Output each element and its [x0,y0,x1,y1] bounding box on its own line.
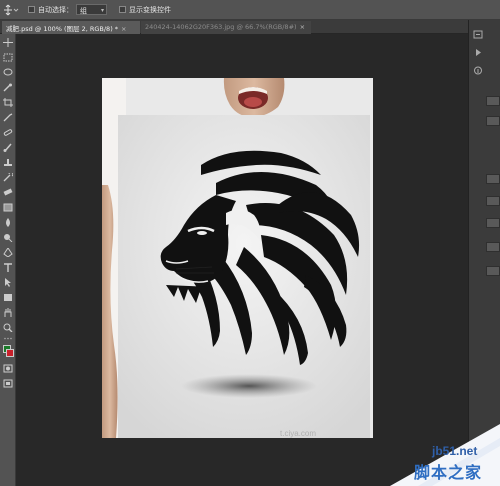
tool-more[interactable] [3,336,13,341]
quick-select-icon [3,83,12,92]
eraser-icon [3,188,13,196]
hand-icon [4,308,12,317]
tab-label: 240424-14062G20F363.jpg @ 66.7%(RGB/8#) [145,23,297,31]
tool-gradient[interactable] [3,203,13,212]
move-icon [4,4,19,16]
type-icon [4,263,12,272]
panel-tab-paths[interactable] [486,266,500,276]
quick-mask-icon [3,364,13,373]
auto-select-checkbox[interactable] [28,6,35,13]
tool-hand[interactable] [3,308,13,317]
marquee-icon [3,53,13,62]
document-tab-strip: 减肥.psd @ 100% (图层 2, RGB/8) * × 240424-14… [0,20,468,34]
crop-icon [3,98,13,107]
brush-icon [3,143,12,152]
tab-lion-jpg[interactable]: 240424-14062G20F363.jpg @ 66.7%(RGB/8#) × [141,21,311,34]
auto-select-label: 自动选择： [38,6,73,14]
chevron-down-icon: ▾ [100,7,104,14]
ellipsis-icon [4,337,12,340]
tab-label: 减肥.psd @ 100% (图层 2, RGB/8) * [6,25,119,33]
auto-select-value: 组 [80,7,87,15]
panel-icon-info[interactable] [473,66,483,75]
panel-tab-channels[interactable] [486,242,500,252]
screen-mode-icon [3,379,13,388]
auto-select-dropdown[interactable]: 组 ▾ [76,4,107,15]
tool-brush[interactable] [3,143,13,152]
history-brush-icon [3,173,13,182]
tab-diet-psd[interactable]: 减肥.psd @ 100% (图层 2, RGB/8) * × [2,21,140,34]
tool-eyedropper[interactable] [3,113,13,122]
background-color-swatch[interactable] [6,349,14,357]
tool-zoom[interactable] [3,323,13,332]
show-transform-label: 显示变换控件 [129,6,171,14]
panel-tab-layers[interactable] [486,218,500,228]
lasso-icon [3,68,13,76]
tool-blur[interactable] [3,218,13,227]
tool-screen-mode[interactable] [3,379,13,388]
tool-lasso[interactable] [3,68,13,77]
tool-history-brush[interactable] [3,173,13,182]
blur-icon [6,218,10,227]
panel-icon-history[interactable] [473,30,483,39]
tool-path-select[interactable] [3,278,13,287]
close-icon[interactable]: × [121,25,126,33]
shape-icon [4,294,12,301]
lion-drop-shadow [181,374,317,398]
pen-icon [3,248,13,257]
close-icon[interactable]: × [300,23,305,31]
tool-quick-mask[interactable] [3,364,13,373]
play-icon [476,49,481,56]
tool-eraser[interactable] [3,188,13,197]
image-caption: t.ciya.com [280,429,316,438]
tool-quick-select[interactable] [3,83,13,92]
dodge-icon [4,234,13,242]
zoom-icon [3,323,13,332]
tool-preset-picker[interactable] [3,4,19,16]
healing-icon [3,129,13,136]
panel-tab-swatches[interactable] [486,116,500,126]
tool-move[interactable] [3,38,13,47]
panel-tab-color[interactable] [486,96,500,106]
path-select-icon [5,278,11,287]
eyedropper-icon [3,113,13,122]
panel-icon-actions[interactable] [473,48,483,57]
watermark-name: 脚本之家 [414,463,483,482]
options-bar: 自动选择： 组 ▾ 显示变换控件 [0,0,500,20]
tool-marquee[interactable] [3,53,13,62]
show-transform-checkbox[interactable] [119,6,126,13]
gradient-icon [3,203,13,212]
tool-healing[interactable] [3,128,13,137]
history-icon [473,30,483,39]
tool-dodge[interactable] [3,233,13,242]
panel-tab-styles[interactable] [486,196,500,206]
lion-image-layer: t.ciya.com [118,115,370,438]
panel-tab-adjustments[interactable] [486,174,500,184]
tool-clone-stamp[interactable] [3,158,13,167]
tool-crop[interactable] [3,98,13,107]
tool-pen[interactable] [3,248,13,257]
tools-panel [0,34,16,486]
info-icon [474,66,482,75]
move-icon [3,38,13,47]
watermark-site: jb51.net [432,444,478,458]
clone-stamp-icon [4,159,12,166]
tool-type[interactable] [3,263,13,272]
tool-shape[interactable] [3,293,13,302]
